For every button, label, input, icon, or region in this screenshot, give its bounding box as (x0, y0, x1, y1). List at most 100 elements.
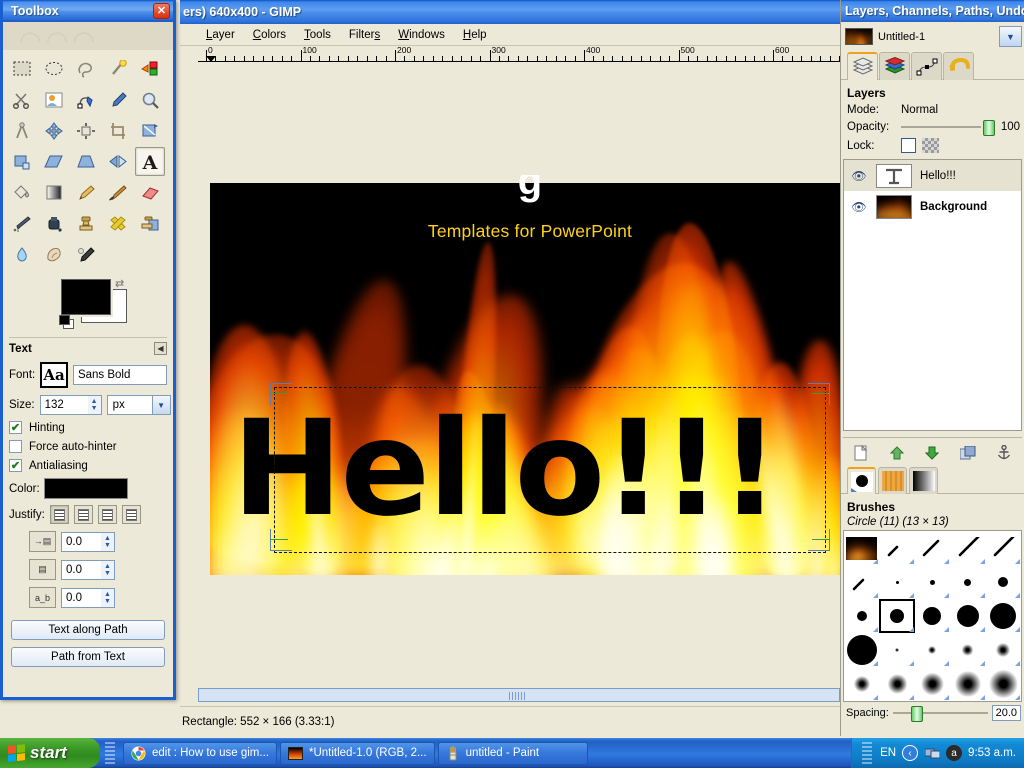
antialiasing-checkbox[interactable]: ✔ (9, 459, 22, 472)
rect-select-tool[interactable] (7, 54, 37, 83)
image-canvas-wrapper[interactable]: g Templates for PowerPoint Hello!!! (210, 175, 840, 575)
font-size-input[interactable]: 132 (39, 395, 88, 415)
eye-icon[interactable]: 👁 (850, 200, 868, 214)
brush-cell[interactable] (844, 667, 879, 701)
taskbar-grip[interactable] (105, 742, 115, 764)
brush-cell[interactable] (844, 531, 879, 565)
spacing-slider-knob[interactable] (910, 706, 923, 722)
shear-tool[interactable] (39, 147, 69, 176)
layer-row[interactable]: 👁 Hello!!! (844, 160, 1021, 191)
antivirus-icon[interactable]: a (946, 745, 963, 761)
antialiasing-checkbox-row[interactable]: ✔ Antialiasing (9, 459, 167, 472)
line-spacing-spinner-arrows[interactable]: ▲ ▼ (101, 559, 115, 580)
expand-tray-icon[interactable]: ‹ (902, 745, 919, 761)
brush-cell[interactable] (950, 531, 985, 565)
brushes-tab[interactable] (847, 467, 876, 494)
font-name-input[interactable]: Sans Bold (72, 365, 167, 385)
swap-colors-icon[interactable]: ⇄ (115, 277, 124, 290)
dock-tab-strip[interactable] (841, 48, 1024, 80)
clone-tool[interactable] (71, 209, 101, 238)
text-color-swatch[interactable] (44, 479, 127, 498)
brush-cell[interactable] (844, 565, 879, 599)
brush-cell[interactable] (950, 633, 985, 667)
paths-tool[interactable] (71, 85, 101, 114)
mode-value[interactable]: Normal (901, 104, 938, 116)
brush-cell[interactable] (879, 633, 914, 667)
brush-cell[interactable] (879, 599, 914, 633)
pencil-tool[interactable] (71, 178, 101, 207)
font-size-stepper[interactable]: 132 ▲ ▼ (39, 395, 102, 415)
color-area[interactable]: ⇄ (59, 277, 173, 331)
raise-layer-button[interactable] (886, 443, 908, 463)
scissors-select-tool[interactable] (7, 85, 37, 114)
scale-tool[interactable] (7, 147, 37, 176)
brush-cell[interactable] (986, 599, 1021, 633)
taskbar-item-paint[interactable]: untitled - Paint (437, 741, 588, 765)
clock[interactable]: 9:53 a.m. (968, 747, 1016, 759)
indent-input[interactable]: 0.0 (61, 531, 101, 552)
chevron-down-icon[interactable]: ▼ (999, 26, 1022, 47)
scrollbar-grip[interactable] (509, 692, 525, 700)
eye-icon[interactable]: 👁 (850, 169, 868, 183)
perspective-tool[interactable] (71, 147, 101, 176)
menu-colors[interactable]: Colors (245, 27, 294, 43)
brush-cell[interactable] (915, 599, 950, 633)
mode-row[interactable]: Mode: Normal (841, 102, 1024, 118)
foreground-select-tool[interactable] (39, 85, 69, 114)
brush-cell[interactable] (915, 667, 950, 701)
hinting-checkbox-row[interactable]: ✔ Hinting (9, 421, 167, 434)
hinting-checkbox[interactable]: ✔ (9, 421, 22, 434)
blend-gradient-tool[interactable] (39, 178, 69, 207)
start-button[interactable]: start (0, 738, 100, 768)
zoom-tool[interactable] (135, 85, 165, 114)
collapse-icon[interactable]: ◀ (154, 342, 167, 355)
menu-tools[interactable]: Tools (296, 27, 339, 43)
brush-cell[interactable] (879, 667, 914, 701)
chevron-down-icon[interactable]: ▼ (151, 395, 171, 415)
selection-handle-bl[interactable] (270, 527, 294, 551)
line-spacing-stepper[interactable]: 0.0 ▲ ▼ (61, 559, 115, 580)
path-from-text-button[interactable]: Path from Text (11, 647, 165, 667)
brush-cell[interactable] (915, 531, 950, 565)
close-icon[interactable]: ✕ (153, 3, 170, 19)
lower-layer-button[interactable] (921, 443, 943, 463)
indent-spinner-arrows[interactable]: ▲ ▼ (101, 531, 115, 552)
line-spacing-input[interactable]: 0.0 (61, 559, 101, 580)
opacity-row[interactable]: Opacity: 100 (841, 118, 1024, 136)
dodge-burn-tool[interactable] (71, 240, 101, 269)
airbrush-tool[interactable] (7, 209, 37, 238)
ellipse-select-tool[interactable] (39, 54, 69, 83)
selection-handle-tl[interactable] (270, 383, 294, 407)
anchor-layer-button[interactable] (993, 443, 1015, 463)
eraser-tool[interactable] (135, 178, 165, 207)
brush-cell[interactable] (950, 599, 985, 633)
new-layer-button[interactable] (850, 443, 872, 463)
opacity-slider-knob[interactable] (982, 120, 995, 136)
brush-dock-tab-strip[interactable] (841, 463, 1024, 494)
lock-alpha-icon[interactable] (922, 138, 939, 153)
layer-buttons-row[interactable] (843, 437, 1022, 463)
gradients-tab[interactable] (909, 467, 938, 494)
font-size-spinner-arrows[interactable]: ▲ ▼ (87, 395, 102, 415)
menu-help[interactable]: Help (455, 27, 495, 43)
selection-handle-br[interactable] (806, 527, 830, 551)
perspective-clone-tool[interactable] (135, 209, 165, 238)
alignment-tool[interactable] (71, 116, 101, 145)
patterns-tab[interactable] (878, 467, 907, 494)
selection-handle-tr[interactable] (806, 383, 830, 407)
force-autohinter-checkbox[interactable] (9, 440, 22, 453)
undo-tab[interactable] (943, 52, 974, 80)
canvas-area[interactable]: g Templates for PowerPoint Hello!!! (198, 62, 840, 688)
indent-stepper[interactable]: 0.0 ▲ ▼ (61, 531, 115, 552)
justify-right-button[interactable] (73, 505, 93, 524)
flip-tool[interactable] (103, 147, 133, 176)
layers-tab[interactable] (847, 52, 878, 80)
blur-sharpen-tool[interactable] (7, 240, 37, 269)
default-colors-icon[interactable] (59, 315, 75, 329)
layer-row[interactable]: 👁 Background (844, 191, 1021, 222)
brush-cell[interactable] (950, 565, 985, 599)
rotate-tool[interactable] (135, 116, 165, 145)
taskbar-item-browser[interactable]: edit : How to use gim... (123, 741, 277, 765)
ink-tool[interactable] (39, 209, 69, 238)
brush-cell[interactable] (986, 531, 1021, 565)
